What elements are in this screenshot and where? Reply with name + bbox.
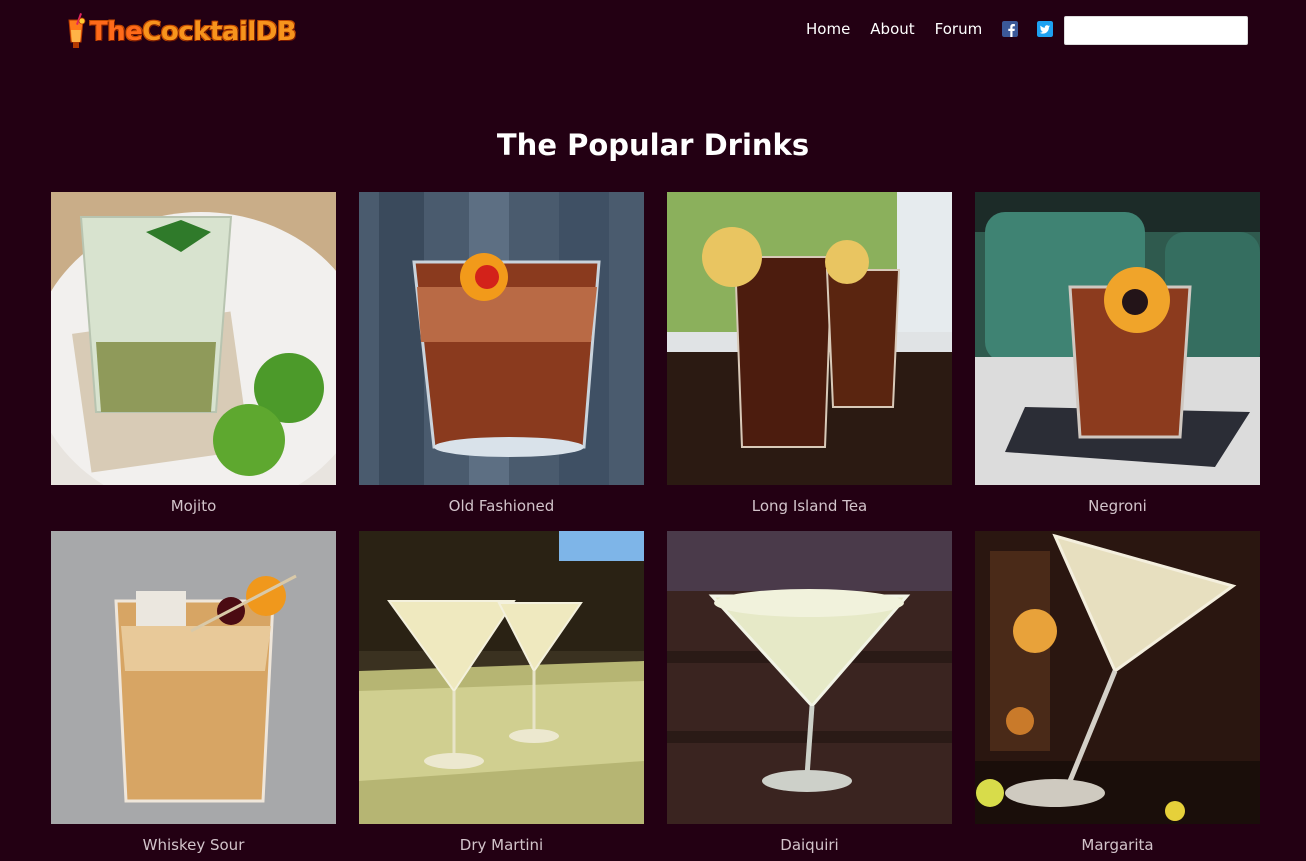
drink-name[interactable]: Negroni <box>975 497 1260 515</box>
drink-photo[interactable] <box>51 192 336 485</box>
drink-photo[interactable] <box>975 192 1260 485</box>
drink-card-whiskey-sour[interactable]: Whiskey Sour <box>51 531 336 854</box>
drink-photo[interactable] <box>667 531 952 824</box>
drink-name[interactable]: Whiskey Sour <box>51 836 336 854</box>
main-nav: Home About Forum <box>806 17 1072 41</box>
drink-name[interactable]: Old Fashioned <box>359 497 644 515</box>
nav-about-link[interactable]: About <box>870 20 914 38</box>
drink-card-dry-martini[interactable]: Dry Martini <box>359 531 644 854</box>
cocktail-glass-icon <box>68 13 86 48</box>
search-input[interactable] <box>1064 16 1248 45</box>
page-title: The Popular Drinks <box>496 128 810 162</box>
drink-card-daiquiri[interactable]: Daiquiri <box>667 531 952 854</box>
drink-name[interactable]: Daiquiri <box>667 836 952 854</box>
drink-card-mojito[interactable]: Mojito <box>51 192 336 515</box>
drink-name[interactable]: Mojito <box>51 497 336 515</box>
drink-photo[interactable] <box>359 531 644 824</box>
site-logo-text: TheCocktailDB <box>90 17 297 47</box>
site-logo[interactable]: TheCocktailDB <box>66 11 297 53</box>
drink-card-long-island-tea[interactable]: Long Island Tea <box>667 192 952 515</box>
drink-card-old-fashioned[interactable]: Old Fashioned <box>359 192 644 515</box>
drink-card-margarita[interactable]: Margarita <box>975 531 1260 854</box>
drink-card-negroni[interactable]: Negroni <box>975 192 1260 515</box>
drink-name[interactable]: Long Island Tea <box>667 497 952 515</box>
drink-photo[interactable] <box>51 531 336 824</box>
drink-name[interactable]: Margarita <box>975 836 1260 854</box>
nav-forum-link[interactable]: Forum <box>935 20 983 38</box>
drink-photo[interactable] <box>667 192 952 485</box>
twitter-icon[interactable] <box>1037 21 1054 37</box>
nav-home-link[interactable]: Home <box>806 20 850 38</box>
facebook-icon[interactable] <box>1002 21 1019 37</box>
drink-photo[interactable] <box>359 192 644 485</box>
drink-name[interactable]: Dry Martini <box>359 836 644 854</box>
drink-photo[interactable] <box>975 531 1260 824</box>
